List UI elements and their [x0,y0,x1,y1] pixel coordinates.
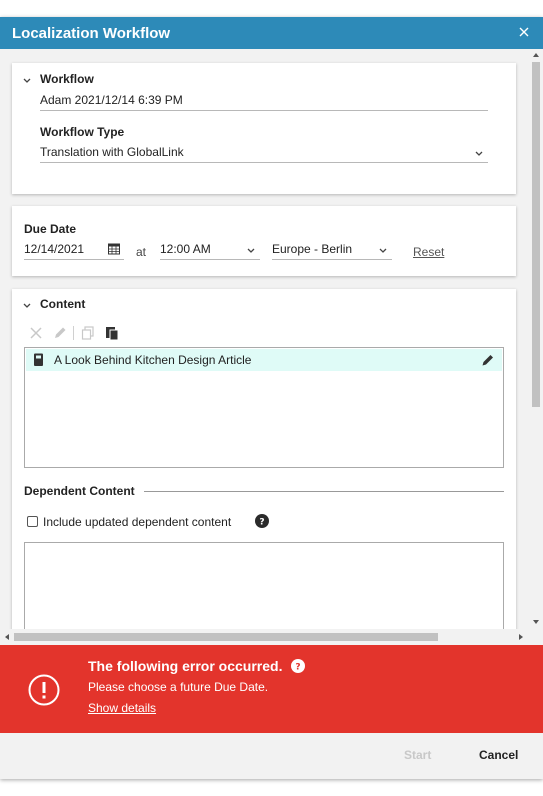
due-date-label: Due Date [24,222,77,236]
due-date-value: 12/14/2021 [24,242,85,256]
workflow-section-title: Workflow [40,72,94,86]
list-item-label: A Look Behind Kitchen Design Article [54,353,252,367]
help-icon[interactable]: ? [291,659,305,673]
scroll-left-icon[interactable] [3,633,11,641]
chevron-down-icon [246,243,256,253]
include-dependent-checkbox[interactable] [27,516,38,527]
scroll-right-icon[interactable] [517,633,525,641]
workflow-type-select[interactable]: Translation with GlobalLink [40,143,488,163]
toolbar-divider [73,326,74,340]
svg-text:?: ? [295,663,300,673]
reset-link[interactable]: Reset [413,245,444,259]
vertical-scrollbar-thumb[interactable] [532,62,540,407]
calendar-icon[interactable] [108,242,120,255]
dialog-footer: Start Cancel [0,733,543,779]
edit-icon[interactable] [481,353,495,367]
dependent-content-title: Dependent Content [24,484,143,498]
error-icon [28,674,60,706]
show-details-link[interactable]: Show details [88,701,156,715]
close-icon[interactable] [515,23,533,41]
dialog-titlebar: Localization Workflow [0,17,543,49]
due-time-select[interactable]: 12:00 AM [160,240,260,260]
start-button[interactable]: Start [404,748,431,762]
cancel-button[interactable]: Cancel [479,748,518,762]
error-heading: The following error occurred. [88,658,283,674]
content-section: Content A Look Behind Kitchen Design Art… [12,289,516,645]
due-time-value: 12:00 AM [160,242,211,256]
article-icon [33,353,45,367]
workflow-name-value: Adam 2021/12/14 6:39 PM [40,93,183,107]
divider [144,491,504,492]
help-icon[interactable]: ? [255,514,269,528]
horizontal-scrollbar-thumb[interactable] [14,633,438,641]
content-list[interactable]: A Look Behind Kitchen Design Article [24,347,504,468]
scroll-down-icon[interactable] [532,618,540,626]
workflow-section: Workflow Adam 2021/12/14 6:39 PM Workflo… [12,63,516,194]
horizontal-scrollbar[interactable] [0,629,529,645]
scroll-up-icon[interactable] [532,51,540,59]
chevron-down-icon[interactable] [22,300,32,310]
timezone-select[interactable]: Europe - Berlin [272,240,392,260]
chevron-down-icon[interactable] [22,75,32,85]
error-banner: The following error occurred. ? Please c… [0,645,543,733]
paste-icon[interactable] [104,325,120,341]
svg-text:?: ? [259,518,264,528]
workflow-type-label: Workflow Type [40,125,125,139]
edit-icon[interactable] [52,325,68,341]
at-label: at [136,245,147,259]
due-date-field[interactable]: 12/14/2021 [24,240,124,260]
chevron-down-icon [378,243,388,253]
localization-workflow-dialog: Localization Workflow Workflow Adam 2021… [0,17,543,779]
chevron-down-icon [474,146,484,156]
dialog-title: Localization Workflow [12,25,171,42]
due-date-section: Due Date 12/14/2021 at 12:00 AM Europe -… [12,206,516,276]
dialog-body[interactable]: Workflow Adam 2021/12/14 6:39 PM Workflo… [0,49,543,645]
content-section-header[interactable]: Content [22,297,85,311]
copy-icon[interactable] [80,325,96,341]
vertical-scrollbar[interactable] [529,49,543,629]
workflow-name-field[interactable]: Adam 2021/12/14 6:39 PM [40,91,488,111]
workflow-section-header[interactable]: Workflow [22,72,94,86]
timezone-value: Europe - Berlin [272,242,353,256]
error-message: Please choose a future Due Date. [88,680,269,694]
include-dependent-label: Include updated dependent content [43,515,232,529]
list-item[interactable]: A Look Behind Kitchen Design Article [26,349,502,371]
content-section-title: Content [40,297,86,311]
workflow-type-value: Translation with GlobalLink [40,145,184,159]
remove-icon[interactable] [28,325,44,341]
